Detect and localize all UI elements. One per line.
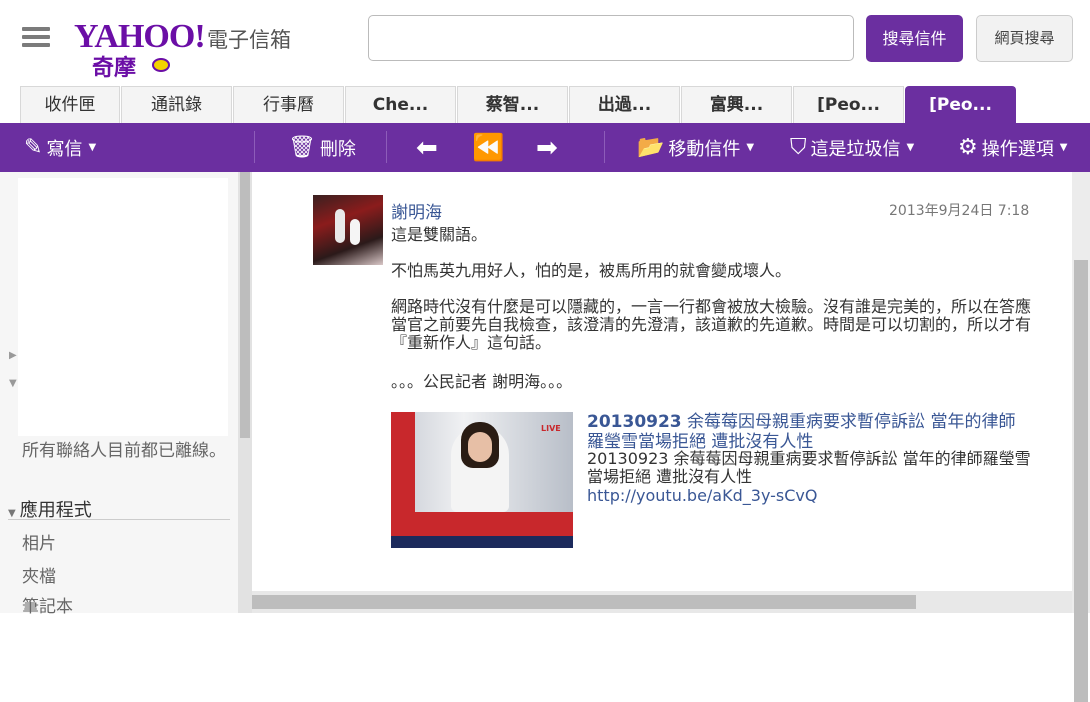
search-web-button[interactable]: 網頁搜尋 [976, 15, 1073, 62]
video-url-link[interactable]: http://youtu.be/aKd_3y-sCvQ [587, 486, 817, 505]
toolbar: ✎ 寫信 ▼ 🗑 刪除 ⬅ ⏪ ➡ 📂 移動信件 ▼ ⛉ 這是垃圾信 ▼ ⚙ 操… [0, 123, 1090, 172]
collapse-icon: ▼ [8, 508, 16, 519]
reply-icon: ⬅ [416, 132, 438, 163]
gear-icon: ⚙ [958, 134, 978, 160]
spam-label: 這是垃圾信 [810, 138, 901, 160]
compose-icon: ✎ [24, 134, 43, 160]
tab-calendar[interactable]: 行事曆 [233, 86, 344, 123]
tab-message[interactable]: [Peo... [793, 86, 904, 123]
brand-title: 電子信箱 [207, 28, 291, 52]
forward-icon: ➡ [536, 132, 558, 163]
video-thumbnail[interactable]: LIVE [391, 412, 573, 548]
chevron-down-icon: ▼ [746, 142, 755, 153]
message-signature: 。。。公民記者 謝明海。。。 [391, 372, 573, 391]
folder-move-icon: 📂 [637, 134, 665, 160]
tab-contacts[interactable]: 通訊錄 [121, 86, 232, 123]
compose-button[interactable]: ✎ 寫信 ▼ [24, 123, 96, 172]
search-input[interactable] [368, 15, 854, 61]
search-mail-button[interactable]: 搜尋信件 [866, 15, 963, 62]
delete-button[interactable]: 🗑 刪除 [288, 123, 356, 172]
trash-icon: 🗑 [288, 134, 316, 160]
apps-header-label: 應用程式 [19, 500, 92, 521]
sidebar-scrollbar[interactable] [238, 172, 252, 613]
move-label: 移動信件 [668, 138, 741, 160]
message-scrollbar[interactable] [1072, 172, 1090, 702]
apps-section-header[interactable]: ▼ 應用程式 [8, 496, 230, 521]
actions-label: 操作選項 [981, 138, 1054, 160]
tab-inbox[interactable]: 收件匣 [20, 86, 120, 123]
video-description: 20130923 余莓莓因母親重病要求暫停訴訟 當年的律師羅瑩雪當場拒絕 遭批沒… [587, 449, 1031, 486]
reply-all-button[interactable]: ⏪ [472, 123, 508, 172]
logo-kimo-text: 奇摩 [92, 56, 137, 81]
chevron-down-icon: ▼ [88, 142, 97, 153]
actions-button[interactable]: ⚙ 操作選項 ▼ [958, 123, 1067, 172]
offline-message: 所有聯絡人目前都已離線。 [22, 441, 226, 461]
app-item-notepad[interactable]: 筆記本 [22, 592, 73, 617]
shield-x-icon: ⛉ [790, 134, 807, 160]
chevron-down-icon: ▼ [1059, 142, 1068, 153]
tab-message[interactable]: 出過... [569, 86, 680, 123]
video-title-link[interactable]: 20130923 余莓莓因母親重病要求暫停訴訟 當年的律師羅瑩雪當場拒絕 遭批沒… [587, 412, 1027, 452]
contacts-panel [18, 178, 228, 436]
reply-all-icon: ⏪ [472, 132, 505, 163]
video-title-date: 20130923 [587, 412, 682, 432]
tab-bar: 收件匣 通訊錄 行事曆 Che... 蔡智... 出過... 富興... [Pe… [20, 86, 1017, 123]
forward-button[interactable]: ➡ [536, 123, 562, 172]
live-badge: LIVE [541, 424, 561, 433]
message-line: 不怕馬英九用好人，怕的是，被馬所用的就會變成壞人。 [391, 261, 792, 280]
app-item-photos[interactable]: 相片 [22, 529, 56, 554]
tab-message[interactable]: 富興... [681, 86, 792, 123]
reply-button[interactable]: ⬅ [416, 123, 442, 172]
header: YAHOO! 奇摩 電子信箱 搜尋信件 網頁搜尋 [0, 0, 1090, 82]
app-item-attachments[interactable]: 夾檔 [22, 562, 56, 587]
message-date: 2013年9月24日 7:18 [889, 203, 1030, 219]
avatar [313, 195, 383, 265]
sender-name[interactable]: 謝明海 [391, 198, 442, 223]
tab-message[interactable]: 蔡智... [457, 86, 568, 123]
message-line: 這是雙關語。 [391, 225, 488, 244]
expand-icon[interactable]: ▶ [9, 350, 17, 361]
tab-message[interactable]: Che... [345, 86, 456, 123]
delete-label: 刪除 [319, 138, 356, 160]
message-line: 網路時代沒有什麼是可以隱藏的，一言一行都會被放大檢驗。沒有誰是完美的，所以在答應… [391, 297, 1032, 352]
yahoo-logo[interactable]: YAHOO! 奇摩 電子信箱 [74, 14, 304, 81]
menu-icon[interactable] [22, 27, 50, 47]
chevron-down-icon: ▼ [906, 142, 915, 153]
spam-button[interactable]: ⛉ 這是垃圾信 ▼ [790, 123, 914, 172]
logo-smile-icon [152, 58, 170, 72]
compose-label: 寫信 [46, 138, 83, 160]
move-button[interactable]: 📂 移動信件 ▼ [637, 123, 754, 172]
tab-message-active[interactable]: [Peo... [905, 86, 1016, 123]
horizontal-scrollbar[interactable] [252, 591, 1072, 613]
collapse-icon[interactable]: ▼ [9, 378, 17, 389]
